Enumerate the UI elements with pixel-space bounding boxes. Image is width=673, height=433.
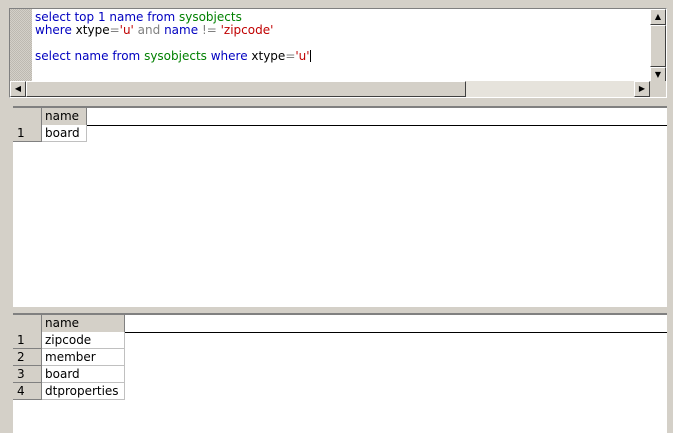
sql-token: 'u'	[295, 49, 310, 63]
grid-cell[interactable]: board	[42, 125, 87, 142]
scroll-up-icon[interactable]: ▲	[650, 9, 666, 25]
sql-token: xtype	[251, 49, 286, 63]
sql-token: !=	[201, 23, 221, 37]
sql-token: select name from	[35, 49, 145, 63]
sql-token: =	[285, 49, 296, 63]
sql-token: where	[210, 49, 252, 63]
editor-gutter	[10, 9, 32, 83]
scroll-right-icon[interactable]: ▶	[634, 81, 650, 97]
grid-header-row	[13, 108, 667, 126]
pane-splitter[interactable]	[9, 99, 667, 105]
sql-token: name	[164, 23, 202, 37]
row-number[interactable]: 3	[13, 366, 42, 383]
column-header-name[interactable]: name	[42, 315, 125, 332]
sql-token: and	[133, 23, 165, 37]
scroll-left-icon[interactable]: ◀	[10, 81, 26, 97]
sql-editor[interactable]: select top 1 name from sysobjects where x…	[9, 8, 667, 98]
sql-code[interactable]: select top 1 name from sysobjects where x…	[35, 11, 648, 63]
sql-token: xtype	[75, 23, 110, 37]
sql-token: select top 1 name from	[35, 10, 179, 24]
sql-token: 'zipcode'	[220, 23, 274, 37]
scrollbar-corner	[650, 81, 666, 97]
sql-line[interactable]: select name from sysobjects where xtype=…	[35, 50, 648, 63]
horizontal-scroll-thumb[interactable]	[26, 81, 466, 97]
sql-token: sysobjects	[178, 10, 242, 24]
grid-corner-header[interactable]	[13, 315, 42, 332]
editor-horizontal-scrollbar[interactable]: ◀ ▶	[10, 81, 650, 97]
grid-cell[interactable]: dtproperties	[42, 383, 125, 400]
row-number[interactable]: 4	[13, 383, 42, 400]
sql-token: =	[109, 23, 120, 37]
editor-vertical-scrollbar[interactable]: ▲ ▼	[650, 9, 666, 83]
sql-token: 'u'	[119, 23, 134, 37]
result-grid-1[interactable]: name 1 board	[13, 106, 667, 307]
row-number[interactable]: 1	[13, 125, 42, 142]
query-analyzer-window: select top 1 name from sysobjects where x…	[0, 0, 673, 433]
row-number[interactable]: 2	[13, 349, 42, 366]
sql-line[interactable]: where xtype='u' and name != 'zipcode'	[35, 24, 648, 37]
grid-cell[interactable]: zipcode	[42, 332, 125, 349]
row-number[interactable]: 1	[13, 332, 42, 349]
grid-cell[interactable]: member	[42, 349, 125, 366]
vertical-scroll-thumb[interactable]	[650, 25, 666, 67]
column-header-name[interactable]: name	[42, 108, 87, 125]
sql-token: where	[35, 23, 76, 37]
grid-corner-header[interactable]	[13, 108, 42, 125]
result-grid-2[interactable]: name 1 zipcode 2 member 3 board 4 dtprop…	[13, 313, 667, 433]
grid-cell[interactable]: board	[42, 366, 125, 383]
sql-token: sysobjects	[144, 49, 211, 63]
text-caret	[309, 50, 311, 62]
